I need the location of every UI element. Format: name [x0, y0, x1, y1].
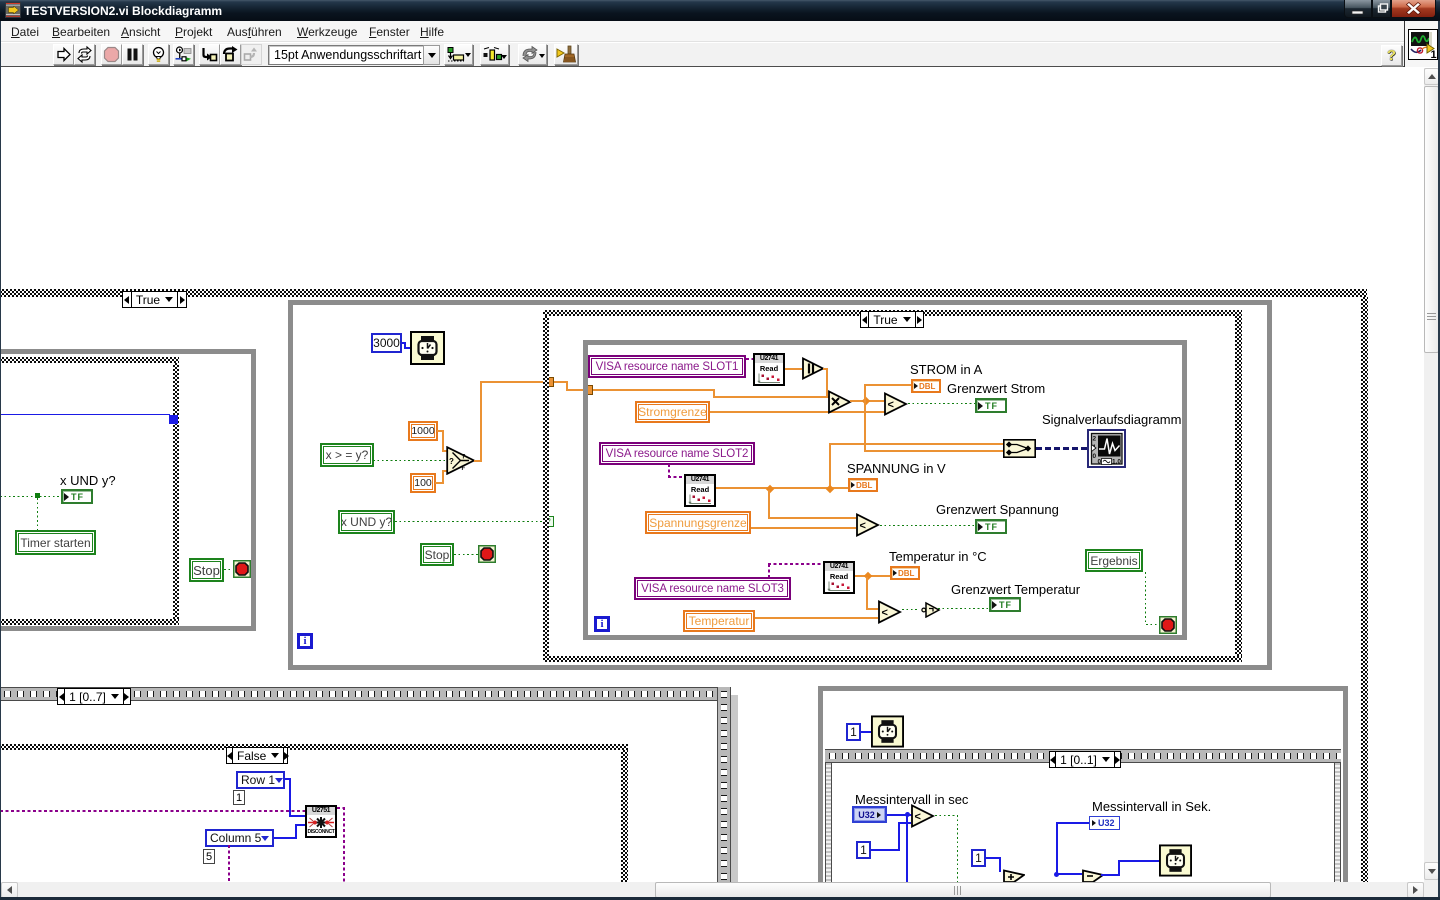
svg-text:1.0: 1.0 — [1112, 459, 1121, 466]
svg-text:<: < — [888, 399, 894, 411]
svg-text:F: F — [462, 466, 466, 472]
svg-text:?: ? — [449, 457, 454, 466]
svg-text:0: 0 — [1093, 453, 1097, 460]
svg-text:<: < — [882, 607, 888, 619]
svg-text:<: < — [915, 811, 921, 823]
svg-text:T: T — [462, 455, 466, 461]
svg-text:<: < — [860, 520, 866, 532]
svg-text:1: 1 — [1431, 49, 1437, 60]
svg-text:2: 2 — [1093, 436, 1097, 443]
